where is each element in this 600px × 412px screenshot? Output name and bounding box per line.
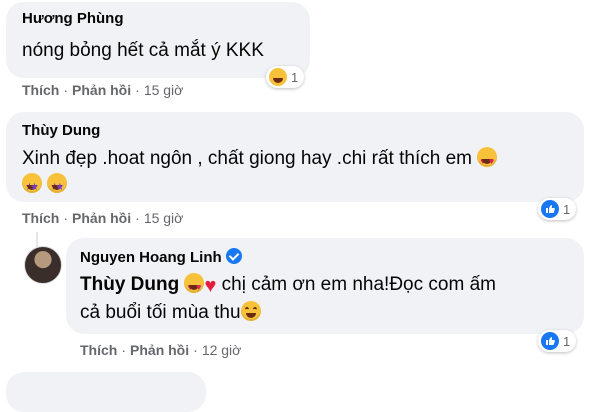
reply-link[interactable]: Phản hồi — [130, 342, 189, 358]
comment-emoji-row — [22, 172, 68, 201]
comment-text-line2: cả buổi tối mùa thu — [80, 300, 261, 326]
timestamp[interactable]: 15 giờ — [144, 82, 184, 98]
comment-author-name[interactable]: Nguyen Hoang Linh — [80, 249, 222, 266]
mention-link[interactable]: Thùy Dung — [80, 274, 179, 295]
avatar[interactable] — [24, 246, 62, 284]
like-link[interactable]: Thích — [22, 82, 59, 98]
comment-author[interactable]: Thùy Dung — [22, 122, 100, 139]
comment-actions: Thích · Phản hồi · 12 giờ — [80, 342, 242, 358]
reaction-badge[interactable]: 1 — [538, 330, 577, 352]
heart-eyes-emoji-icon — [184, 273, 205, 300]
star-struck-emoji-icon — [22, 173, 42, 201]
comment-actions: Thích · Phản hồi · 15 giờ — [22, 210, 184, 226]
comment-text-body: Xinh đẹp .hoat ngôn , chất giong hay .ch… — [22, 148, 472, 169]
comment-text: Thùy Dung ♥ chị cảm ơn em nha!Đọc com ấm — [80, 272, 496, 300]
like-link[interactable]: Thích — [22, 210, 59, 226]
haha-icon — [269, 68, 287, 86]
comment-text: nóng bỏng hết cả mắt ý KKK — [22, 40, 264, 61]
heart-eyes-emoji-icon — [477, 147, 498, 174]
reply-link[interactable]: Phản hồi — [72, 82, 131, 98]
timestamp[interactable]: 15 giờ — [144, 210, 184, 226]
star-struck-emoji-icon — [47, 173, 68, 201]
reaction-count: 1 — [563, 333, 571, 349]
reaction-count: 1 — [291, 69, 299, 85]
verified-badge-icon — [225, 248, 242, 264]
comment-text-body: cả buổi tối mùa thu — [80, 302, 241, 323]
reaction-count: 1 — [563, 201, 571, 217]
like-icon — [541, 332, 559, 350]
comment-text: Xinh đẹp .hoat ngôn , chất giong hay .ch… — [22, 146, 498, 174]
comment-text-body: chị cảm ơn em nha!Đọc com ấm — [216, 274, 496, 295]
like-icon — [541, 200, 559, 218]
red-heart-icon: ♥ — [204, 275, 217, 297]
grinning-emoji-icon — [240, 301, 261, 321]
comment-author[interactable]: Hương Phùng — [22, 10, 124, 27]
reply-link[interactable]: Phản hồi — [72, 210, 131, 226]
timestamp[interactable]: 12 giờ — [202, 342, 242, 358]
comment-bubble-partial — [6, 372, 206, 412]
reaction-badge[interactable]: 1 — [538, 198, 577, 220]
reaction-badge[interactable]: 1 — [266, 66, 305, 88]
comment-actions: Thích · Phản hồi · 15 giờ — [22, 82, 184, 98]
comment-author[interactable]: Nguyen Hoang Linh — [80, 248, 242, 266]
like-link[interactable]: Thích — [80, 342, 117, 358]
